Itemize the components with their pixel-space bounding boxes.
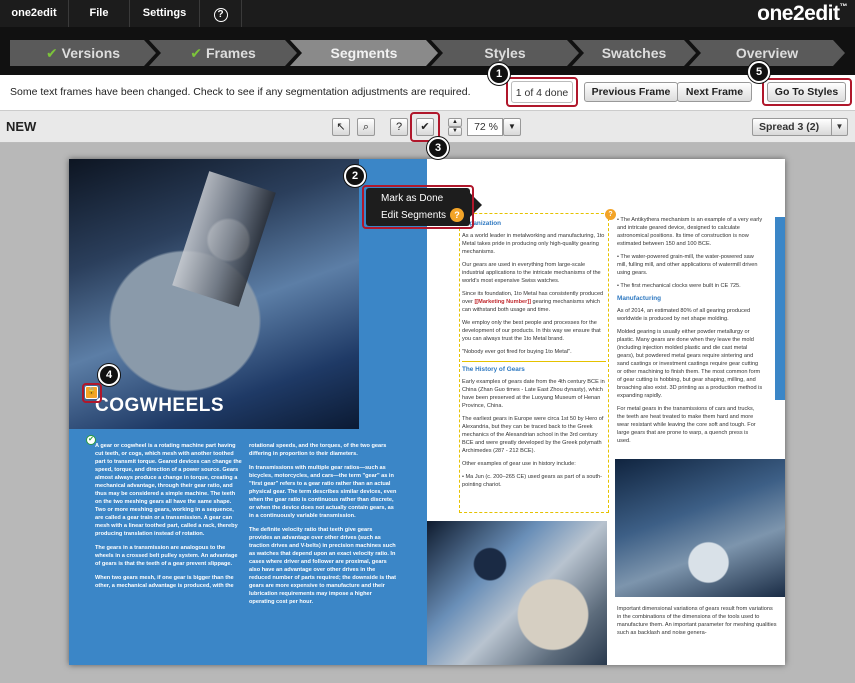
step-segments[interactable]: Segments (290, 40, 438, 66)
callout-badge: 1 (488, 63, 510, 85)
help-icon: ? (213, 8, 228, 22)
step-versions[interactable]: ✔ Versions (10, 40, 156, 66)
paragraph: • Ma Jun (c. 200–265 CE) used gears as p… (462, 474, 603, 488)
file-menu[interactable]: File (69, 0, 130, 27)
machining-photo (615, 459, 785, 597)
zoom-up-button[interactable]: ▲ (448, 118, 462, 127)
frame-status-icon[interactable]: ? (605, 209, 616, 220)
paragraph: • The first mechanical clocks were built… (617, 283, 741, 289)
search-icon: ⌕ (362, 121, 370, 133)
bottom-paragraph[interactable]: Important dimensional variations of gear… (617, 605, 777, 637)
text-column-2[interactable]: rotational speeds, and the torques, of t… (249, 442, 397, 612)
tag-tool-button[interactable]: ? (390, 118, 408, 136)
step-label: Overview (735, 45, 799, 61)
app-logo: one2edit™ (757, 2, 847, 26)
pointer-tool-button[interactable]: ↖ (332, 118, 350, 136)
paragraph: Since its foundation, 1to Metal has cons… (462, 290, 606, 314)
spread-label: Spread 3 (2) (759, 121, 820, 133)
paragraph: For metal gears in the transmissions of … (617, 406, 756, 444)
section-title: The History of Gears (462, 366, 525, 373)
previous-frame-button[interactable]: Previous Frame (584, 82, 678, 102)
paragraph: We employ only the best people and proce… (462, 320, 601, 342)
tag-icon: ? (395, 121, 403, 133)
step-swatches[interactable]: Swatches (572, 40, 696, 66)
organization-text[interactable]: Organization As a world leader in metalw… (462, 216, 606, 494)
paragraph: • The water-powered grain-mill, the wate… (617, 254, 758, 276)
page-heading[interactable]: COGWHEELS (95, 395, 224, 417)
next-frame-button[interactable]: Next Frame (677, 82, 752, 102)
brand-menu[interactable]: one2edit (0, 0, 69, 27)
trademark-mark: ™ (839, 2, 848, 11)
paragraph: The gears in a transmission are analogou… (95, 545, 238, 567)
gear-machining-photo (427, 521, 607, 665)
step-label: Styles (484, 45, 526, 61)
logo-text: one2edit (757, 2, 840, 25)
document-spread: 🔒 COGWHEELS ✔ A gear or cogwheel is a ro… (69, 159, 785, 665)
chevron-up-icon: ▲ (452, 119, 458, 125)
paragraph: "Nobody ever got fired for buying 1to Me… (462, 349, 572, 355)
pointer-icon: ↖ (336, 121, 346, 133)
paragraph: Other examples of gear use in history in… (462, 461, 576, 467)
left-page: 🔒 COGWHEELS ✔ A gear or cogwheel is a ro… (69, 159, 427, 665)
segmentation-message: Some text frames have been changed. Chec… (10, 86, 471, 98)
zoom-down-button[interactable]: ▼ (448, 127, 462, 136)
paragraph: A gear or cogwheel is a rotating machine… (95, 443, 242, 537)
zoom-tool-button[interactable]: ⌕ (357, 118, 375, 136)
paragraph: Early examples of gears date from the 4t… (462, 379, 605, 409)
paragraph: The earliest gears in Europe were circa … (462, 416, 604, 454)
section-title: Organization (462, 220, 502, 227)
step-label: Swatches (601, 45, 667, 61)
paragraph: As of 2014, an estimated 80% of all gear… (617, 308, 751, 322)
divider (462, 361, 606, 362)
step-label: Segments (330, 45, 398, 61)
paragraph: Molded gearing is usually either powder … (617, 329, 763, 399)
top-menu-bar: one2edit File Settings ? one2edit™ (0, 0, 855, 27)
cnc-machine-photo (69, 159, 359, 429)
step-styles[interactable]: Styles (431, 40, 579, 66)
callout-highlight-go-to-styles (762, 78, 852, 106)
settings-menu[interactable]: Settings (130, 0, 200, 27)
callout-highlight-lock (82, 383, 102, 403)
callout-highlight-popup (362, 185, 474, 229)
chevron-down-icon: ▼ (452, 128, 458, 134)
step-frames[interactable]: ✔ Frames (149, 40, 297, 66)
right-column-text[interactable]: • The Antikythera mechanism is an exampl… (617, 216, 763, 450)
checkmark-icon: ✔ (190, 45, 202, 61)
help-button[interactable]: ? (200, 0, 242, 27)
zoom-input[interactable]: 72 % (467, 118, 503, 136)
callout-badge: 4 (98, 364, 120, 386)
chevron-down-icon: ▼ (831, 119, 847, 135)
callout-badge: 2 (344, 165, 366, 187)
chevron-down-icon: ▼ (508, 122, 516, 131)
paragraph: In transmissions with multiple gear rati… (249, 465, 397, 519)
step-label: Versions (61, 45, 121, 61)
document-status-label: NEW (6, 119, 37, 134)
section-title: Manufacturing (617, 295, 662, 302)
paragraph: • The Antikythera mechanism is an exampl… (617, 217, 763, 247)
workflow-step-bar: ✔ Versions ✔ Frames Segments Styles Swatch… (0, 27, 855, 75)
paragraph: rotational speeds, and the torques, of t… (249, 443, 387, 457)
blue-accent-strip (775, 217, 785, 400)
spread-select[interactable]: Spread 3 (2) ▼ (752, 118, 848, 136)
text-column-1[interactable]: A gear or cogwheel is a rotating machine… (95, 442, 243, 596)
marketing-number-marker[interactable]: [[Marketing Number]] (474, 299, 531, 305)
callout-badge: 5 (748, 61, 770, 83)
paragraph: As a world leader in metalworking and ma… (462, 233, 605, 255)
paragraph: Our gears are used in everything from la… (462, 262, 601, 284)
callout-highlight-counter (506, 77, 578, 107)
step-overview[interactable]: Overview (689, 40, 845, 66)
paragraph: The definite velocity ratio that teeth g… (249, 527, 397, 605)
step-label: Frames (205, 45, 256, 61)
paragraph: When two gears mesh, if one gear is bigg… (95, 575, 234, 589)
checkmark-icon: ✔ (45, 45, 58, 61)
zoom-dropdown-button[interactable]: ▼ (503, 118, 521, 136)
callout-badge: 3 (427, 137, 449, 159)
